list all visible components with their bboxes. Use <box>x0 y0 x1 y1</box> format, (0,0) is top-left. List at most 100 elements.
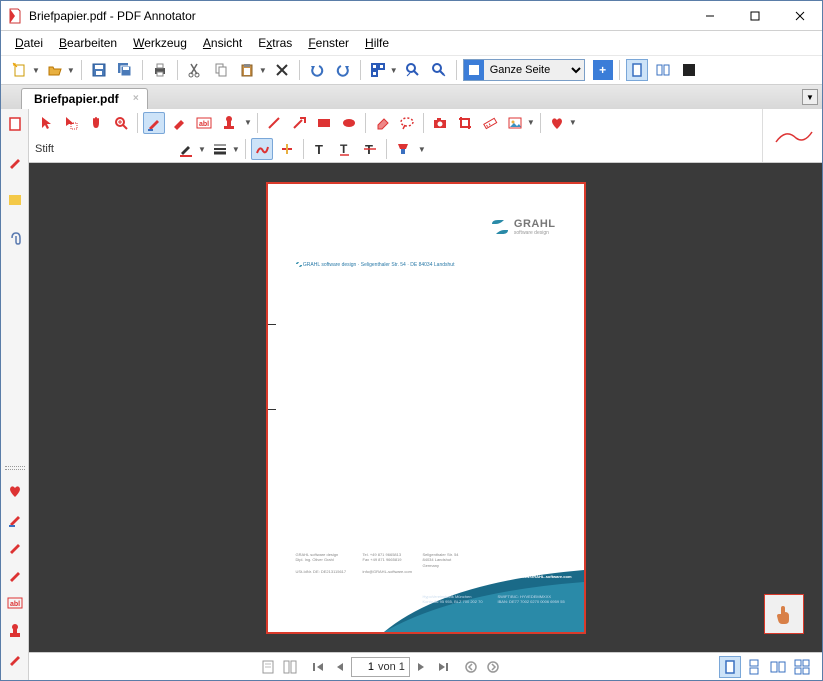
view-single[interactable] <box>719 656 741 678</box>
zoom-select[interactable]: Ganze Seite <box>463 59 585 81</box>
minimize-button[interactable] <box>687 1 732 30</box>
tool-rect[interactable] <box>313 112 335 134</box>
tool-zoom[interactable] <box>110 112 132 134</box>
strip-pen2-icon[interactable] <box>4 536 26 558</box>
search-next-button[interactable] <box>428 59 450 81</box>
strip-abi-icon[interactable]: abl <box>4 592 26 614</box>
left-tool-strip: abl <box>1 109 29 680</box>
page-footer: GRAHL software design Dipl. Ing. Oliver … <box>268 542 584 632</box>
save-button[interactable] <box>88 59 110 81</box>
strip-heart-icon[interactable] <box>4 480 26 502</box>
tool-stamp-drop[interactable]: ▼ <box>243 118 252 127</box>
new-button[interactable]: ▼ <box>9 59 40 81</box>
tool-camera[interactable] <box>429 112 451 134</box>
pen-text-underline[interactable]: T <box>334 138 356 160</box>
page-layout-btn2[interactable] <box>280 657 300 677</box>
tabbar: Briefpapier.pdf × ▼ <box>1 85 822 109</box>
tab-menu-button[interactable]: ▼ <box>802 89 818 105</box>
cut-button[interactable] <box>184 59 206 81</box>
print-button[interactable] <box>149 59 171 81</box>
nav-next[interactable] <box>411 657 431 677</box>
tool-highlighter[interactable] <box>168 112 190 134</box>
page-total: von 1 <box>376 661 409 673</box>
file-tab[interactable]: Briefpapier.pdf × <box>21 88 148 109</box>
stroke-preview <box>762 109 822 162</box>
open-button[interactable]: ▼ <box>44 59 75 81</box>
menu-datei[interactable]: Datei <box>9 34 49 52</box>
strip-pen3-icon[interactable] <box>4 564 26 586</box>
delete-button[interactable] <box>271 59 293 81</box>
main-toolbar: ▼ ▼ ▼ ▼ Ganze Seite + <box>1 55 822 85</box>
tool-ellipse[interactable] <box>338 112 360 134</box>
strip-pen4-icon[interactable] <box>4 648 26 670</box>
layout-double-button[interactable] <box>652 59 674 81</box>
page-number-box: von 1 <box>351 657 410 677</box>
search-button[interactable]: ▼ <box>367 59 398 81</box>
view-twopage-cont[interactable] <box>791 656 813 678</box>
close-button[interactable] <box>777 1 822 30</box>
file-tab-label: Briefpapier.pdf <box>34 92 119 106</box>
tool-options-bar: abl ▼ ▼ ▼ <box>29 109 822 163</box>
menu-ansicht[interactable]: Ansicht <box>197 34 248 52</box>
tool-select[interactable] <box>60 112 82 134</box>
nav-last[interactable] <box>433 657 453 677</box>
nav-prev[interactable] <box>330 657 350 677</box>
tool-arrow[interactable] <box>288 112 310 134</box>
fullscreen-button[interactable] <box>678 59 700 81</box>
strip-page-icon[interactable] <box>4 113 26 135</box>
pen-text-t[interactable]: T <box>309 138 331 160</box>
view-continuous[interactable] <box>743 656 765 678</box>
pen-color[interactable]: ▼ <box>175 138 206 160</box>
paste-button[interactable]: ▼ <box>236 59 267 81</box>
search-prev-button[interactable] <box>402 59 424 81</box>
strip-note-icon[interactable] <box>4 189 26 211</box>
tool-pen[interactable] <box>143 112 165 134</box>
nav-forward[interactable] <box>483 657 503 677</box>
strip-stamp-icon[interactable] <box>4 620 26 642</box>
pen-style-free[interactable] <box>251 138 273 160</box>
undo-button[interactable] <box>306 59 328 81</box>
tool-textbox[interactable]: abl <box>193 112 215 134</box>
menu-extras[interactable]: Extras <box>252 34 298 52</box>
copy-button[interactable] <box>210 59 232 81</box>
pen-width[interactable]: ▼ <box>209 138 240 160</box>
zoom-dropdown[interactable]: Ganze Seite <box>484 60 584 80</box>
tool-favorite[interactable]: ▼ <box>546 112 577 134</box>
add-page-button[interactable]: + <box>593 60 613 80</box>
view-twopage[interactable] <box>767 656 789 678</box>
svg-text:abl: abl <box>10 601 20 608</box>
page-number-input[interactable] <box>352 661 376 673</box>
tool-image[interactable]: ▼ <box>504 112 535 134</box>
strip-attach-icon[interactable] <box>4 227 26 249</box>
tab-close-icon[interactable]: × <box>133 93 139 104</box>
maximize-button[interactable] <box>732 1 777 30</box>
menu-hilfe[interactable]: Hilfe <box>359 34 395 52</box>
tool-cursor[interactable] <box>35 112 57 134</box>
nav-back[interactable] <box>461 657 481 677</box>
tool-stamp[interactable] <box>218 112 240 134</box>
layout-single-button[interactable] <box>626 59 648 81</box>
pen-text-strike[interactable]: T <box>359 138 381 160</box>
pen-style-line[interactable] <box>276 138 298 160</box>
save-all-button[interactable] <box>114 59 136 81</box>
document-page[interactable]: GRAHL software design GRAHL software des… <box>266 182 586 634</box>
redo-button[interactable] <box>332 59 354 81</box>
menu-fenster[interactable]: Fenster <box>302 34 355 52</box>
pen-pressure[interactable] <box>392 138 414 160</box>
tool-crop[interactable] <box>454 112 476 134</box>
pen-pressure-drop[interactable]: ▼ <box>417 145 426 154</box>
tool-measure[interactable] <box>479 112 501 134</box>
nav-first[interactable] <box>308 657 328 677</box>
tool-lasso-erase[interactable] <box>396 112 418 134</box>
strip-pen-blue-icon[interactable] <box>4 508 26 530</box>
titlebar: Briefpapier.pdf - PDF Annotator <box>1 1 822 31</box>
pen-label: Stift <box>35 143 69 155</box>
strip-pen-icon[interactable] <box>4 151 26 173</box>
touch-mode-button[interactable] <box>764 594 804 634</box>
page-layout-btn1[interactable] <box>258 657 278 677</box>
menu-bearbeiten[interactable]: Bearbeiten <box>53 34 123 52</box>
tool-hand[interactable] <box>85 112 107 134</box>
menu-werkzeug[interactable]: Werkzeug <box>127 34 193 52</box>
tool-eraser[interactable] <box>371 112 393 134</box>
tool-line[interactable] <box>263 112 285 134</box>
